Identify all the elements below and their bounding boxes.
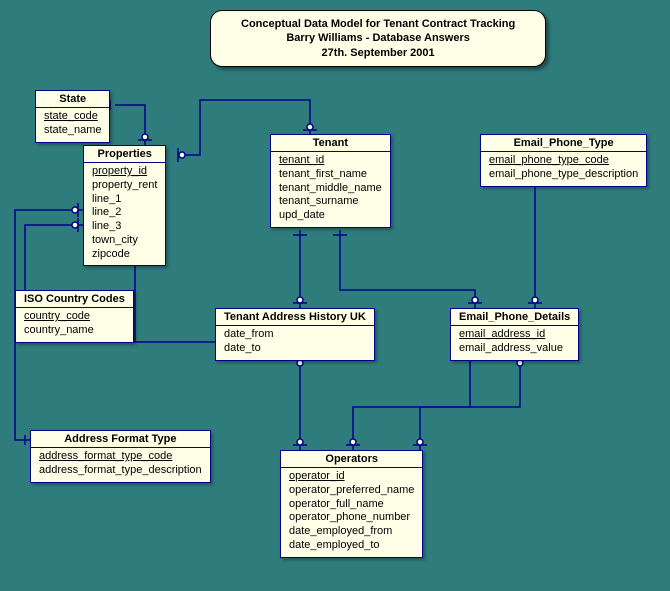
entity-tah: Tenant Address History UK date_from date… [215,308,375,361]
attr: date_from [224,328,366,342]
entity-tenant-body: tenant_id tenant_first_name tenant_middl… [271,152,390,227]
attr: property_id [92,165,157,179]
entity-epd: Email_Phone_Details email_address_id ema… [450,308,579,361]
attr: operator_full_name [289,498,414,512]
attr: tenant_middle_name [279,182,382,196]
attr: email_address_id [459,328,570,342]
title-line-1: Conceptual Data Model for Tenant Contrac… [241,17,515,31]
entity-epd-header: Email_Phone_Details [451,309,578,326]
entity-aft: Address Format Type address_format_type_… [30,430,211,483]
entity-state: State state_code state_name [35,90,110,143]
entity-iso-header: ISO Country Codes [16,291,133,308]
attr: email_phone_type_description [489,168,638,182]
attr: address_format_type_code [39,450,202,464]
entity-tenant: Tenant tenant_id tenant_first_name tenan… [270,134,391,228]
attr: property_rent [92,179,157,193]
attr: operator_id [289,470,414,484]
attr: address_format_type_description [39,464,202,478]
attr: state_name [44,124,101,138]
entity-ept: Email_Phone_Type email_phone_type_code e… [480,134,647,187]
attr: country_name [24,324,125,338]
diagram-title-box: Conceptual Data Model for Tenant Contrac… [210,10,546,67]
entity-ept-body: email_phone_type_code email_phone_type_d… [481,152,646,186]
attr: town_city [92,234,157,248]
attr: operator_preferred_name [289,484,414,498]
entity-ept-header: Email_Phone_Type [481,135,646,152]
attr: upd_date [279,209,382,223]
entity-state-header: State [36,91,109,108]
attr: line_3 [92,220,157,234]
entity-properties-body: property_id property_rent line_1 line_2 … [84,163,165,265]
attr: country_code [24,310,125,324]
entity-epd-body: email_address_id email_address_value [451,326,578,360]
title-line-2: Barry Williams - Database Answers [241,31,515,45]
attr: state_code [44,110,101,124]
attr: tenant_surname [279,195,382,209]
attr: line_1 [92,193,157,207]
entity-aft-header: Address Format Type [31,431,210,448]
attr: email_phone_type_code [489,154,638,168]
entity-tah-header: Tenant Address History UK [216,309,374,326]
entity-tenant-header: Tenant [271,135,390,152]
entity-iso-body: country_code country_name [16,308,133,342]
title-line-3: 27th. September 2001 [241,46,515,60]
entity-operators-body: operator_id operator_preferred_name oper… [281,468,422,557]
entity-properties-header: Properties [84,146,165,163]
attr: date_employed_from [289,525,414,539]
attr: zipcode [92,248,157,262]
attr: tenant_first_name [279,168,382,182]
entity-aft-body: address_format_type_code address_format_… [31,448,210,482]
attr: operator_phone_number [289,511,414,525]
attr: email_address_value [459,342,570,356]
attr: tenant_id [279,154,382,168]
attr: date_to [224,342,366,356]
entity-tah-body: date_from date_to [216,326,374,360]
entity-properties: Properties property_id property_rent lin… [83,145,166,266]
attr: line_2 [92,206,157,220]
entity-operators-header: Operators [281,451,422,468]
entity-iso: ISO Country Codes country_code country_n… [15,290,134,343]
entity-operators: Operators operator_id operator_preferred… [280,450,423,558]
attr: date_employed_to [289,539,414,553]
entity-state-body: state_code state_name [36,108,109,142]
